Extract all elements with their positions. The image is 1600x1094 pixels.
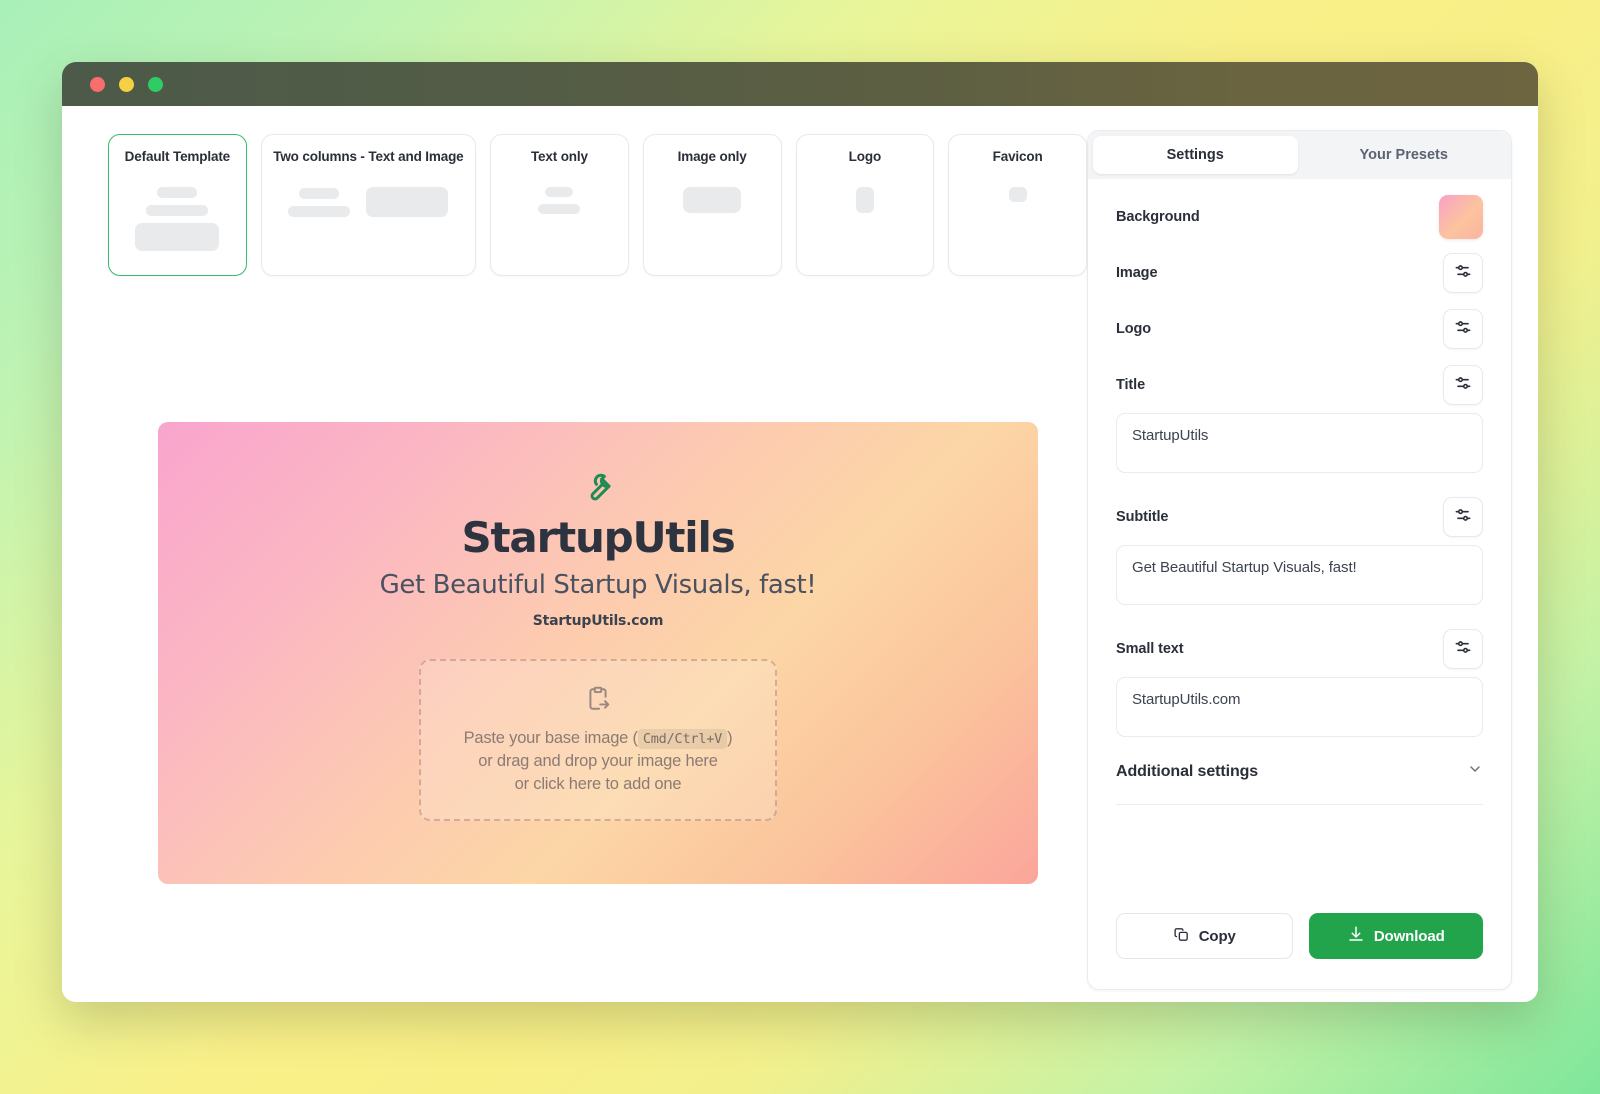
template-preview-art <box>272 187 465 218</box>
dropzone-paste-prefix: Paste your base image ( <box>463 729 638 747</box>
tab-your-presets[interactable]: Your Presets <box>1302 136 1507 174</box>
skeleton-bar <box>299 187 340 199</box>
maximize-window-button[interactable] <box>148 76 163 92</box>
clipboard-paste-icon <box>585 686 611 717</box>
small-text-options-button[interactable] <box>1443 629 1483 669</box>
minimize-window-button[interactable] <box>119 76 134 92</box>
background-color-swatch[interactable] <box>1439 195 1483 239</box>
wrench-icon <box>581 470 615 509</box>
additional-settings-toggle[interactable]: Additional settings <box>1116 761 1483 782</box>
skeleton-block <box>1008 187 1027 203</box>
logo-options-button[interactable] <box>1443 309 1483 349</box>
skeleton-bar <box>146 205 209 217</box>
setting-row-subtitle: Subtitle <box>1116 489 1483 545</box>
settings-divider <box>1116 804 1483 805</box>
preview-canvas[interactable]: StartupUtils Get Beautiful Startup Visua… <box>158 422 1038 884</box>
app-body: Default Template Two columns - Text and … <box>62 106 1538 1002</box>
skeleton-bar <box>545 187 574 198</box>
additional-settings-label: Additional settings <box>1116 762 1259 780</box>
settings-tabs: Settings Your Presets <box>1088 131 1511 179</box>
copy-icon <box>1173 926 1190 947</box>
template-preview-art <box>959 187 1076 203</box>
dropzone-line-1: Paste your base image (Cmd/Ctrl+V) <box>463 729 733 749</box>
template-card-two-columns[interactable]: Two columns - Text and Image <box>260 134 477 276</box>
image-options-button[interactable] <box>1443 253 1483 293</box>
setting-label-logo: Logo <box>1116 321 1152 337</box>
template-label: Default Template <box>124 149 231 164</box>
template-preview-art <box>501 187 618 215</box>
template-card-image-only[interactable]: Image only <box>642 134 782 276</box>
settings-body: Background Image Logo Title StartupUtils… <box>1088 179 1511 989</box>
skeleton-block <box>683 187 742 214</box>
sliders-icon <box>1453 317 1473 342</box>
template-card-default[interactable]: Default Template <box>108 134 247 276</box>
app-window: Default Template Two columns - Text and … <box>62 62 1538 1002</box>
canvas-subtitle: Get Beautiful Startup Visuals, fast! <box>379 570 817 600</box>
setting-label-background: Background <box>1116 209 1200 225</box>
template-card-text-only[interactable]: Text only <box>490 134 629 276</box>
setting-label-image: Image <box>1116 265 1158 281</box>
setting-label-title: Title <box>1116 377 1146 393</box>
title-input[interactable] <box>1116 413 1483 473</box>
skeleton-block <box>366 187 449 218</box>
template-label: Favicon <box>992 149 1043 164</box>
image-dropzone[interactable]: Paste your base image (Cmd/Ctrl+V) or dr… <box>419 659 777 821</box>
template-card-logo[interactable]: Logo <box>795 134 935 276</box>
skeleton-block <box>855 187 874 214</box>
subtitle-options-button[interactable] <box>1443 497 1483 537</box>
dropzone-paste-suffix: ) <box>727 729 733 747</box>
small-text-input[interactable] <box>1116 677 1483 737</box>
setting-label-subtitle: Subtitle <box>1116 509 1169 525</box>
template-preview-art <box>807 187 924 214</box>
download-icon <box>1347 925 1365 947</box>
template-card-favicon[interactable]: Favicon <box>948 134 1087 276</box>
copy-button[interactable]: Copy <box>1116 913 1293 959</box>
template-label: Two columns - Text and Image <box>273 149 464 164</box>
setting-label-small-text: Small text <box>1116 641 1184 657</box>
download-button-label: Download <box>1373 927 1445 945</box>
canvas-small-text: StartupUtils.com <box>532 613 664 629</box>
template-preview-art <box>654 187 771 214</box>
template-label: Logo <box>848 149 882 164</box>
skeleton-bar <box>288 205 351 217</box>
setting-row-image: Image <box>1116 245 1483 301</box>
title-options-button[interactable] <box>1443 365 1483 405</box>
skeleton-block <box>135 223 220 252</box>
setting-row-logo: Logo <box>1116 301 1483 357</box>
copy-button-label: Copy <box>1198 927 1236 945</box>
sliders-icon <box>1453 373 1473 398</box>
action-buttons: Copy Download <box>1116 913 1483 959</box>
tab-settings[interactable]: Settings <box>1093 136 1298 174</box>
dropzone-line-3: or click here to add one <box>514 775 682 793</box>
chevron-down-icon <box>1467 761 1483 782</box>
download-button[interactable]: Download <box>1308 913 1483 959</box>
skeleton-bar <box>157 187 198 199</box>
template-preview-art <box>119 187 236 252</box>
sliders-icon <box>1453 505 1473 530</box>
setting-row-title: Title <box>1116 357 1483 413</box>
skeleton-bar <box>538 204 581 215</box>
paste-shortcut-kbd: Cmd/Ctrl+V <box>637 729 728 749</box>
dropzone-line-2: or drag and drop your image here <box>478 752 718 770</box>
sliders-icon <box>1453 261 1473 286</box>
window-titlebar <box>62 62 1538 106</box>
template-selector: Default Template Two columns - Text and … <box>108 134 1087 276</box>
editor-pane: Default Template Two columns - Text and … <box>62 106 1087 1002</box>
close-window-button[interactable] <box>90 76 105 92</box>
sliders-icon <box>1453 637 1473 662</box>
template-label: Text only <box>530 149 588 164</box>
canvas-title: StartupUtils <box>461 513 736 562</box>
settings-card: Settings Your Presets Background Image L… <box>1087 130 1512 990</box>
setting-row-background: Background <box>1116 189 1483 245</box>
subtitle-input[interactable] <box>1116 545 1483 605</box>
template-label: Image only <box>677 149 747 164</box>
settings-pane: Settings Your Presets Background Image L… <box>1087 106 1538 1002</box>
setting-row-small-text: Small text <box>1116 621 1483 677</box>
